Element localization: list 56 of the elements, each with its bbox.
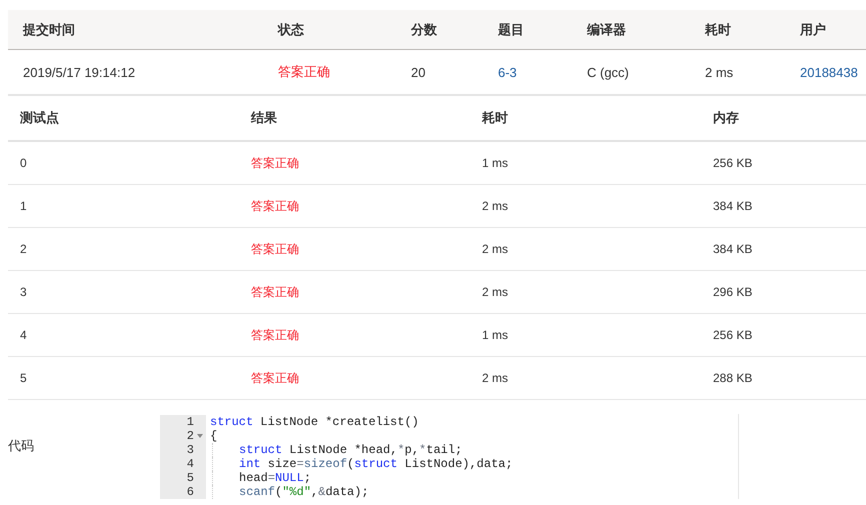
column-header: 题目 <box>497 20 525 38</box>
table-cell-text: 答案正确 <box>250 326 300 344</box>
table-cell-text: 20 <box>410 64 426 80</box>
table-cell-text: 384 KB <box>712 242 754 256</box>
line-number: 4 <box>186 457 194 471</box>
line-number: 5 <box>186 471 194 485</box>
table-cell-text: 2 ms <box>481 199 510 213</box>
table-cell-text: 答案正确 <box>250 370 300 386</box>
table-cell-text: C (gcc) <box>586 64 630 80</box>
column-header: 状态 <box>276 20 305 38</box>
column-header: 测试点 <box>19 109 60 127</box>
table-cell-text: 296 KB <box>712 285 754 299</box>
table-cell-text: 4 <box>19 328 28 342</box>
table-cell-text: 1 ms <box>481 328 510 342</box>
line-number: 6 <box>186 485 194 499</box>
table-link[interactable]: 20188438 <box>785 64 866 80</box>
table-cell-text: 答案正确 <box>250 240 300 258</box>
column-header: 内存 <box>712 109 740 127</box>
table-link[interactable]: 6-3 <box>483 64 572 80</box>
table-cell-text: 256 KB <box>712 156 754 170</box>
code-line: 2 { <box>160 429 738 443</box>
table-cell-text: 答案正确 <box>250 198 300 214</box>
code-line: 4 int size=sizeof(struct ListNode),data; <box>160 457 738 471</box>
table-cell-text: 1 ms <box>481 156 510 170</box>
table-cell-text: 2 ms <box>481 285 510 299</box>
table-cell-text: 答案正确 <box>250 284 300 300</box>
line-number: 1 <box>186 415 194 429</box>
table-cell-text: 2 ms <box>481 242 510 256</box>
table-cell-text: 2 ms <box>481 371 510 385</box>
line-number: 2 <box>186 429 194 443</box>
column-header: 耗时 <box>480 109 509 127</box>
fold-caret-icon[interactable] <box>197 434 203 438</box>
code-line: 1 struct ListNode *createlist() <box>160 415 738 429</box>
table-cell-text: 2 ms <box>704 64 734 80</box>
line-number: 3 <box>186 443 194 457</box>
column-header: 编译器 <box>586 20 627 38</box>
table-cell-text: 答案正确 <box>277 63 331 81</box>
column-header: 结果 <box>250 109 278 127</box>
table-cell-text: 2019/5/17 19:14:12 <box>22 64 136 80</box>
table-cell-text: 答案正确 <box>250 154 300 172</box>
column-header: 耗时 <box>704 20 732 38</box>
column-header: 提交时间 <box>22 20 76 38</box>
code-line: 5 head=NULL; <box>160 471 738 485</box>
table-cell-text: 3 <box>19 285 28 299</box>
table-cell-text: 5 <box>19 371 28 385</box>
table-cell-text: 288 KB <box>712 371 754 385</box>
table-cell-text: 256 KB <box>712 328 754 342</box>
table-cell-text: 384 KB <box>712 199 754 213</box>
table-cell-text: 1 <box>19 199 28 213</box>
table-cell-text: 2 <box>19 242 28 256</box>
code-line: 3 struct ListNode *head,*p,*tail; <box>160 443 738 457</box>
code-label: 代码 <box>7 437 35 455</box>
column-header: 用户 <box>798 20 827 38</box>
code-line: 6 scanf("%d",&data); <box>160 485 738 499</box>
table-cell-text: 0 <box>19 156 28 170</box>
column-header: 分数 <box>410 20 438 38</box>
